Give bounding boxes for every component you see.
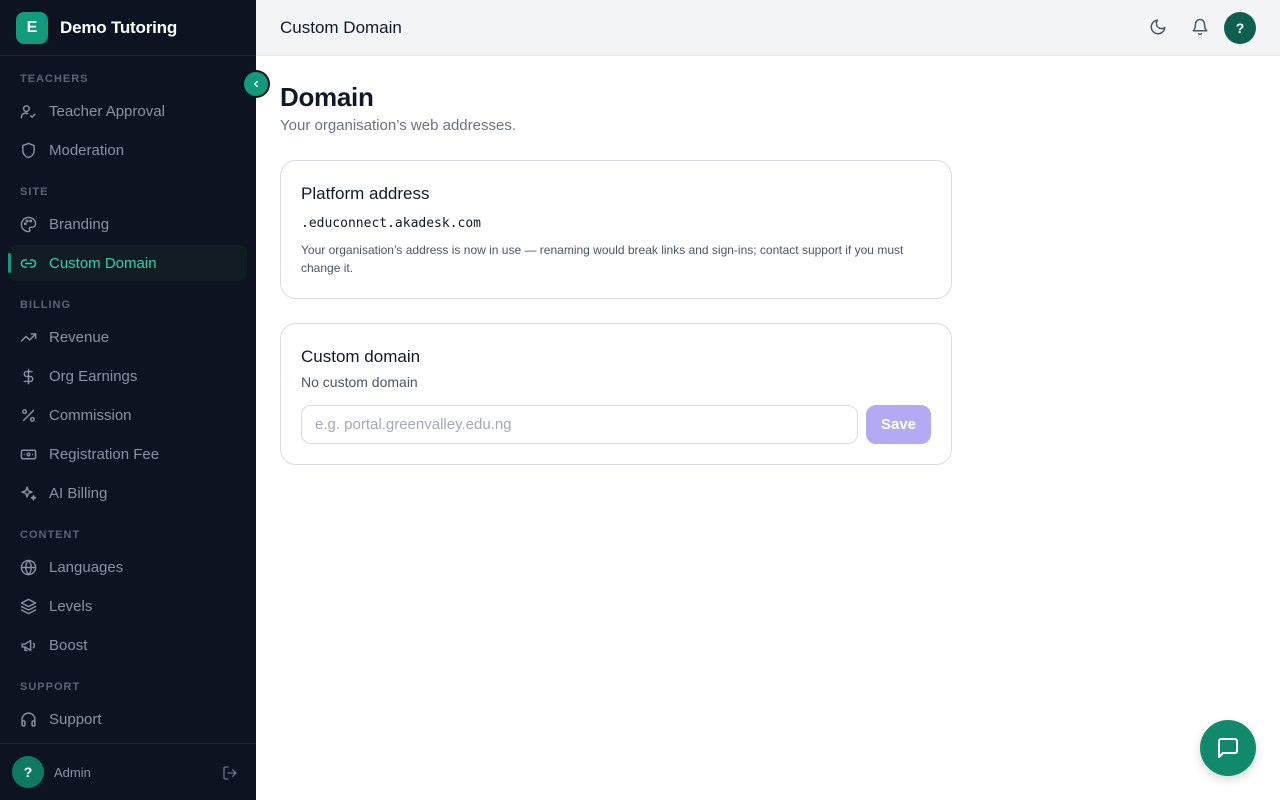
sidebar-item-custom-domain[interactable]: Custom Domain — [8, 245, 247, 281]
dollar-icon — [23, 368, 34, 384]
bell-icon[interactable] — [1191, 18, 1209, 36]
message-square-icon — [1218, 738, 1238, 758]
header-title: Custom Domain — [280, 17, 402, 37]
sidebar-item-branding[interactable]: Branding — [8, 206, 247, 242]
sidebar-item-boost[interactable]: Boost — [8, 627, 247, 663]
logout-icon[interactable] — [222, 765, 238, 781]
custom-domain-input[interactable] — [301, 405, 858, 444]
sidebar-item-label: Levels — [49, 597, 93, 615]
sidebar-item-label: Languages — [49, 558, 124, 576]
section-label-teachers: TEACHERS — [20, 73, 89, 85]
brand-name: Demo Tutoring — [60, 17, 178, 37]
card-title: Platform address — [301, 184, 430, 203]
sidebar-item-label: Org Earnings — [49, 367, 138, 385]
palette-icon — [20, 216, 37, 232]
sidebar-item-commission[interactable]: Commission — [8, 397, 247, 433]
sidebar-item-ai-billing[interactable]: AI Billing — [8, 475, 247, 511]
sidebar-item-languages[interactable]: Languages — [8, 549, 247, 585]
user-check-icon — [20, 104, 36, 119]
topbar: Custom Domain ? — [256, 0, 1280, 56]
percent-icon — [22, 408, 35, 422]
trending-up-icon — [20, 332, 37, 342]
section-label-billing: BILLING — [20, 299, 71, 311]
sidebar-item-moderation[interactable]: Moderation — [8, 132, 247, 168]
sidebar-item-label: Registration Fee — [49, 445, 160, 463]
sidebar-item-teacher-approval[interactable]: Teacher Approval — [8, 93, 247, 129]
moon-icon[interactable] — [1149, 18, 1167, 36]
sparkles-icon — [21, 485, 37, 501]
sidebar-item-label: Custom Domain — [49, 254, 157, 272]
sidebar-item-label: Support — [49, 710, 102, 728]
sidebar-item-org-earnings[interactable]: Org Earnings — [8, 358, 247, 394]
layers-icon — [20, 598, 37, 614]
section-label-content: CONTENT — [20, 529, 81, 541]
platform-address-value: .educonnect.akadesk.com — [301, 216, 482, 231]
megaphone-icon — [21, 639, 36, 651]
banknote-icon — [20, 449, 37, 459]
custom-domain-status: No custom domain — [301, 374, 418, 390]
sidebar-footer: ? Admin — [0, 743, 256, 800]
sidebar-item-label: Moderation — [49, 141, 125, 159]
link-icon — [20, 258, 37, 268]
avatar[interactable]: ? — [1224, 12, 1256, 44]
sidebar-item-levels[interactable]: Levels — [8, 588, 247, 624]
user-avatar[interactable]: ? — [12, 756, 44, 788]
page-title: Domain — [280, 82, 374, 112]
sidebar-item-label: Commission — [49, 406, 132, 424]
section-label-support: SUPPORT — [20, 681, 81, 693]
custom-domain-card: Custom domain No custom domain Save — [280, 323, 952, 465]
globe-icon — [20, 559, 37, 575]
sidebar-item-registration-fee[interactable]: Registration Fee — [8, 436, 247, 472]
user-role-label: Admin — [54, 764, 91, 780]
save-button[interactable]: Save — [866, 405, 931, 444]
sidebar-item-label: Teacher Approval — [49, 102, 165, 120]
sidebar-item-label: Branding — [49, 215, 110, 233]
platform-address-card: Platform address .educonnect.akadesk.com… — [280, 160, 952, 299]
sidebar-item-label: Revenue — [49, 328, 110, 346]
platform-address-note: Your organisation’s address is now in us… — [301, 243, 904, 275]
brand[interactable]: E Demo Tutoring — [0, 0, 256, 56]
sidebar: E Demo Tutoring TEACHERS Teacher Approva… — [0, 0, 256, 800]
sidebar-item-support[interactable]: Support — [8, 701, 247, 737]
headphones-icon — [21, 711, 36, 727]
section-label-site: SITE — [20, 186, 49, 198]
shield-icon — [22, 142, 35, 158]
sidebar-collapse-button[interactable] — [244, 72, 268, 96]
chevron-left-icon — [254, 80, 258, 88]
sidebar-item-revenue[interactable]: Revenue — [8, 319, 247, 355]
chat-button[interactable] — [1200, 720, 1256, 776]
sidebar-item-label: Boost — [49, 636, 88, 654]
brand-logo: E — [16, 11, 48, 44]
sidebar-item-label: AI Billing — [49, 484, 108, 502]
page-subtitle: Your organisation’s web addresses. — [280, 117, 516, 134]
card-title: Custom domain — [301, 347, 421, 366]
